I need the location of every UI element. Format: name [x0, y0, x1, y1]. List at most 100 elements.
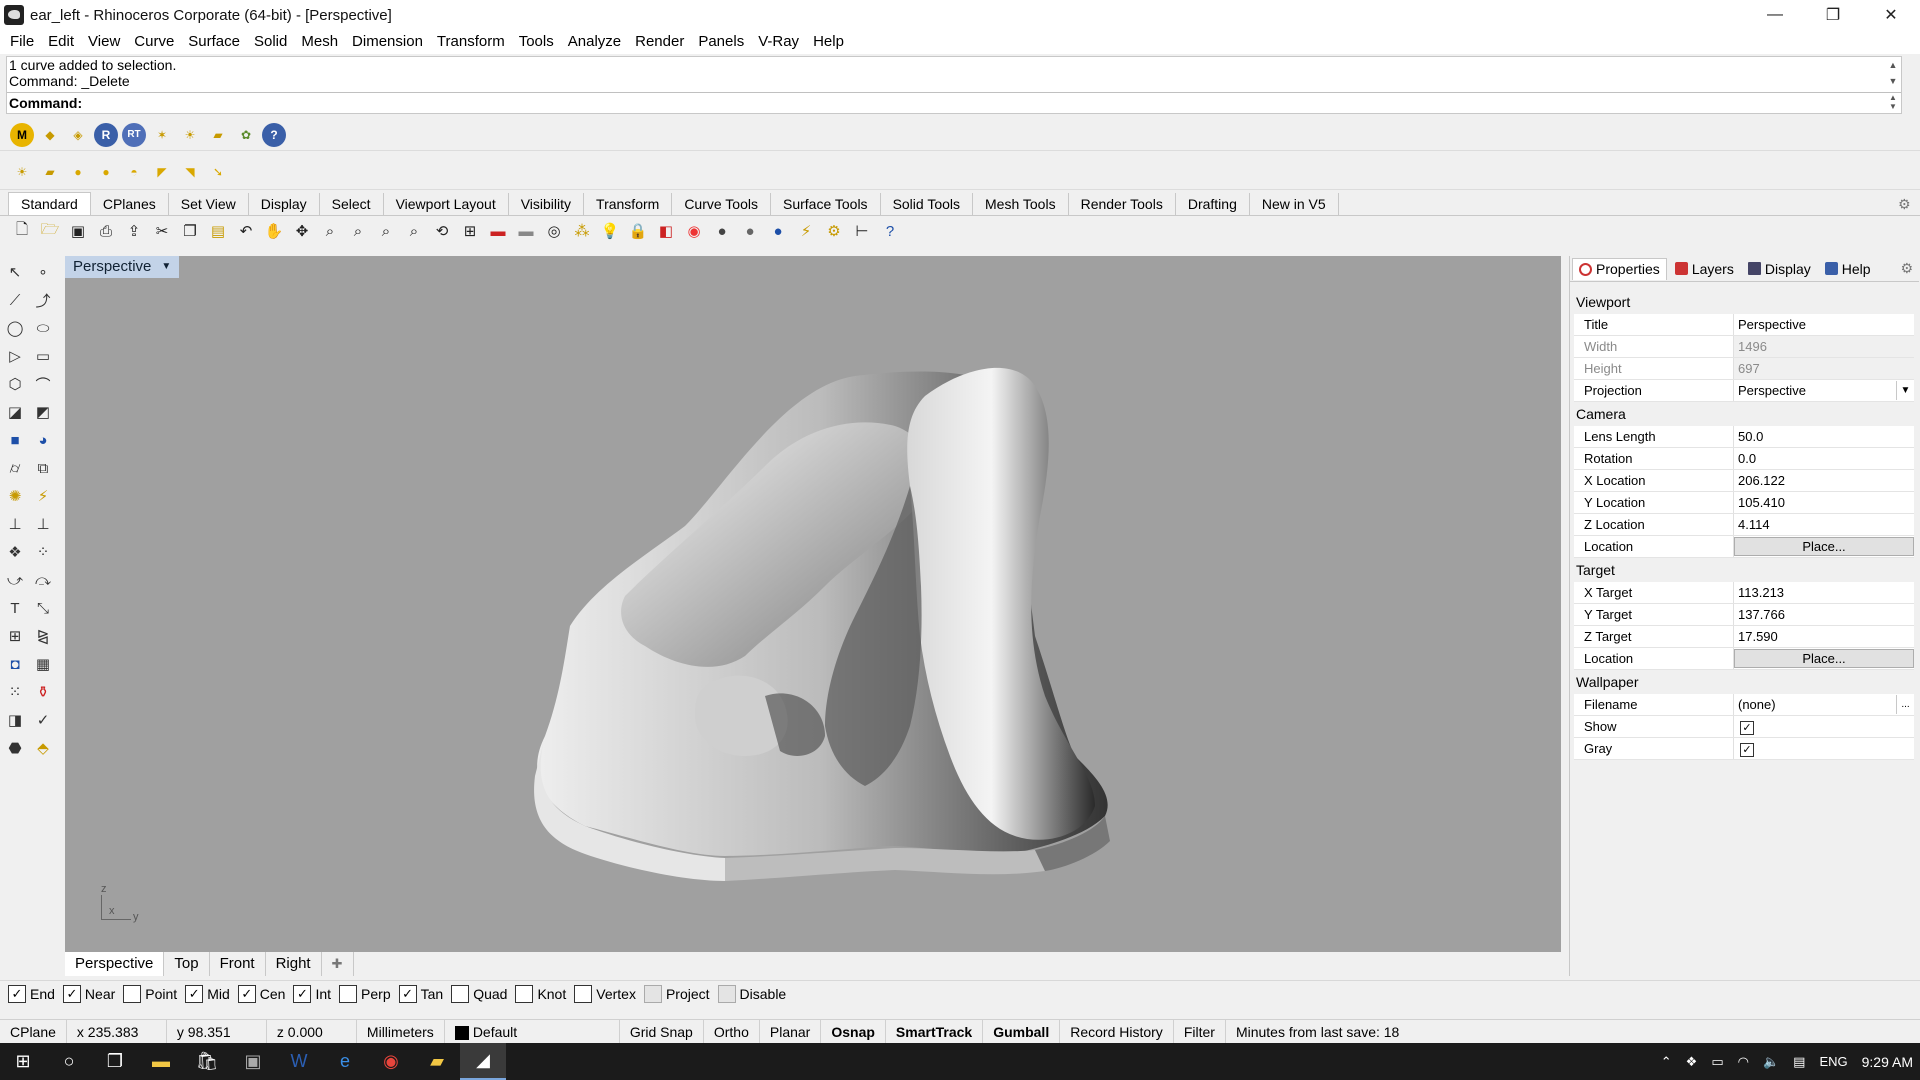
tab-new-in-v5[interactable]: New in V5 — [1250, 193, 1339, 215]
show-checkbox[interactable]: ✓ — [1740, 721, 1754, 735]
dome-light-icon[interactable]: ◓ — [122, 160, 146, 184]
menu-surface[interactable]: Surface — [181, 30, 247, 54]
lock-icon[interactable]: 🔒 — [625, 218, 651, 244]
dimension-tool-icon[interactable]: ⊥ — [2, 512, 28, 536]
title-field[interactable]: Perspective — [1734, 314, 1914, 335]
smarttrack-toggle[interactable]: SmartTrack — [886, 1019, 984, 1044]
surface-edit-icon[interactable]: ◩ — [30, 400, 56, 424]
menu-vray[interactable]: V-Ray — [751, 30, 806, 54]
dimension-tool2-icon[interactable]: ⊥ — [30, 512, 56, 536]
ies-light-icon[interactable]: ◥ — [178, 160, 202, 184]
tab-drafting[interactable]: Drafting — [1176, 193, 1250, 215]
point-icon[interactable]: ∘ — [30, 260, 56, 284]
group-icon[interactable]: ❖ — [2, 540, 28, 564]
rectangle-icon[interactable]: ▭ — [30, 344, 56, 368]
rendered-sphere-icon[interactable]: ● — [737, 218, 763, 244]
z-target-field[interactable]: 17.590 — [1734, 626, 1914, 647]
gray-checkbox[interactable]: ✓ — [1740, 743, 1754, 757]
battery-icon[interactable]: ▭ — [1711, 1054, 1723, 1070]
scale-icon[interactable]: ⤡ — [30, 596, 56, 620]
color-wheel-icon[interactable]: ◉ — [681, 218, 707, 244]
tab-visibility[interactable]: Visibility — [509, 193, 585, 215]
vray-tag-icon[interactable]: ◆ — [38, 123, 62, 147]
tab-set-view[interactable]: Set View — [169, 193, 249, 215]
maximize-button[interactable]: ❐ — [1804, 0, 1862, 30]
osnap-perp[interactable]: Perp — [339, 984, 391, 1003]
menu-help[interactable]: Help — [806, 30, 851, 54]
osnap-near[interactable]: ✓ Near — [62, 984, 115, 1003]
sun-light-icon[interactable]: ☀ — [10, 160, 34, 184]
vray-proxy-icon[interactable]: ✿ — [234, 123, 258, 147]
tab-display[interactable]: Display — [249, 193, 320, 215]
tab-surface-tools[interactable]: Surface Tools — [771, 193, 881, 215]
close-button[interactable]: ✕ — [1862, 0, 1920, 30]
tab-display-panel[interactable]: Display — [1742, 258, 1817, 280]
tab-front[interactable]: Front — [210, 952, 266, 976]
menu-view[interactable]: View — [81, 30, 127, 54]
gear-icon[interactable]: ⚙ — [1900, 260, 1913, 277]
dimension-icon[interactable]: ⊢ — [849, 218, 875, 244]
tab-solid-tools[interactable]: Solid Tools — [881, 193, 974, 215]
rotate-view-icon[interactable]: ✥ — [289, 218, 315, 244]
tab-properties[interactable]: Properties — [1572, 257, 1667, 280]
material-icon[interactable]: ⬣ — [2, 736, 28, 760]
solid-icon[interactable]: ◘ — [2, 652, 28, 676]
direct-light-icon[interactable]: ➘ — [206, 160, 230, 184]
light-bulb-icon[interactable]: 💡 — [597, 218, 623, 244]
car-gray-icon[interactable]: ▬ — [513, 218, 539, 244]
menu-file[interactable]: File — [3, 30, 41, 54]
boolean-icon[interactable]: ◕ — [30, 428, 56, 452]
status-cplane[interactable]: CPlane — [0, 1019, 67, 1044]
tab-render-tools[interactable]: Render Tools — [1069, 193, 1176, 215]
language-indicator[interactable]: ENG — [1819, 1054, 1847, 1069]
chevron-down-icon[interactable]: ▼ — [161, 256, 171, 278]
dropbox-icon[interactable]: ❖ — [1686, 1054, 1698, 1070]
osnap-toggle[interactable]: Osnap — [821, 1019, 886, 1044]
osnap-quad[interactable]: Quad — [451, 984, 507, 1003]
tab-perspective[interactable]: Perspective — [65, 952, 165, 976]
planar-toggle[interactable]: Planar — [760, 1019, 822, 1044]
osnap-cen[interactable]: ✓ Cen — [237, 984, 285, 1003]
vray-light-icon[interactable]: ✶ — [150, 123, 174, 147]
polygon-icon[interactable]: ⬡ — [2, 372, 28, 396]
curve-icon[interactable]: ⤴ — [30, 288, 56, 312]
shaded-sphere-icon[interactable]: ● — [709, 218, 735, 244]
menu-transform[interactable]: Transform — [430, 30, 512, 54]
x-target-field[interactable]: 113.213 — [1734, 582, 1914, 603]
spot-light-icon[interactable]: ◤ — [150, 160, 174, 184]
filter-toggle[interactable]: Filter — [1174, 1019, 1226, 1044]
add-viewport-icon[interactable]: ✚ — [322, 952, 354, 976]
layer-icon[interactable]: ◧ — [653, 218, 679, 244]
help-icon[interactable]: ? — [877, 218, 903, 244]
render-flash-icon[interactable]: ⚡ — [30, 484, 56, 508]
menu-render[interactable]: Render — [628, 30, 691, 54]
car-icon[interactable]: ▬ — [485, 218, 511, 244]
options-gear-icon[interactable]: ⚙ — [821, 218, 847, 244]
rebuild-curve-icon[interactable]: ⤻ — [2, 568, 28, 592]
volume-icon[interactable]: 🔈 — [1763, 1054, 1779, 1070]
osnap-tan[interactable]: ✓ Tan — [398, 984, 443, 1003]
lens-length-field[interactable]: 50.0 — [1734, 426, 1914, 447]
vray-sun-icon[interactable]: ☀ — [178, 123, 202, 147]
mirror-icon[interactable]: ⧎ — [30, 624, 56, 648]
select-points-icon[interactable]: ⁂ — [569, 218, 595, 244]
export-icon[interactable]: ⇪ — [121, 218, 147, 244]
menu-panels[interactable]: Panels — [691, 30, 751, 54]
block-icon[interactable]: ⊞ — [2, 624, 28, 648]
rect-light-icon[interactable]: ▰ — [38, 160, 62, 184]
array-icon[interactable]: ⁙ — [2, 680, 28, 704]
rotation-field[interactable]: 0.0 — [1734, 448, 1914, 469]
osnap-knot[interactable]: Knot — [515, 984, 566, 1003]
vray-tags-icon[interactable]: ◈ — [66, 123, 90, 147]
zoom-extents-icon[interactable]: ⌕ — [373, 218, 399, 244]
gear-tool-icon[interactable]: ✺ — [2, 484, 28, 508]
target-place-button[interactable]: Place... — [1734, 649, 1914, 668]
wifi-icon[interactable]: ◠ — [1738, 1054, 1749, 1070]
menu-mesh[interactable]: Mesh — [294, 30, 345, 54]
minimize-button[interactable]: — — [1746, 0, 1804, 30]
history-icon[interactable]: ⚱ — [30, 680, 56, 704]
osnap-point[interactable]: Point — [123, 984, 177, 1003]
y-target-field[interactable]: 137.766 — [1734, 604, 1914, 625]
osnap-end[interactable]: ✓ End — [8, 984, 55, 1003]
menu-edit[interactable]: Edit — [41, 30, 81, 54]
